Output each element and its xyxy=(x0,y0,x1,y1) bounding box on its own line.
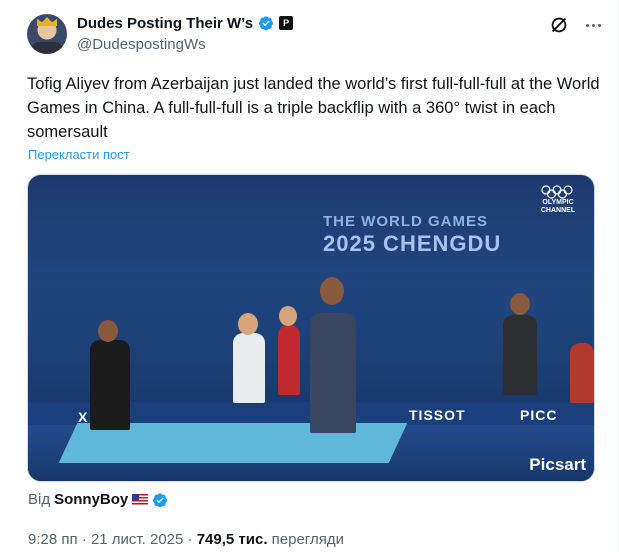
verified-badge-icon[interactable] xyxy=(258,15,274,31)
author-handle[interactable]: @DudespostingWs xyxy=(77,36,206,53)
tweet-time[interactable]: 9:28 пп xyxy=(28,531,78,548)
spectator-edge xyxy=(570,343,594,403)
grok-icon[interactable] xyxy=(548,14,570,36)
source-prefix: Від xyxy=(28,491,51,508)
spectator-right xyxy=(503,315,537,395)
spectator-left xyxy=(90,340,130,430)
gymnast-red xyxy=(278,325,300,395)
sponsor-tissot: TISSOT xyxy=(409,407,466,423)
author-avatar[interactable] xyxy=(27,14,67,54)
event-title: THE WORLD GAMES xyxy=(323,213,488,230)
crown-icon xyxy=(37,17,57,26)
source-name[interactable]: SonnyBoy xyxy=(54,491,128,508)
affiliation-badge-icon[interactable]: P xyxy=(279,16,294,30)
views-count: 749,5 тис. xyxy=(196,531,268,548)
author-display-name[interactable]: Dudes Posting Their W’s xyxy=(77,15,253,32)
verified-badge-icon[interactable] xyxy=(152,492,168,508)
tweet-text: Tofig Aliyev from Azerbaijan just landed… xyxy=(27,75,600,141)
olympic-rings-icon xyxy=(541,185,573,199)
author-name-row: Dudes Posting Their W’s P xyxy=(77,13,294,33)
event-subtitle: 2025 CHENGDU xyxy=(323,231,502,256)
picsart-watermark: Picsart xyxy=(529,455,586,474)
meta-separator: · xyxy=(81,531,87,548)
translate-post-link[interactable]: Перекласти пост xyxy=(28,147,130,162)
affiliation-badge-label: P xyxy=(283,18,290,28)
coach-white xyxy=(233,333,265,403)
views-label: перегляди xyxy=(271,531,344,548)
more-options-icon[interactable] xyxy=(582,14,604,36)
tweet-meta: 9:28 пп · 21 лист. 2025 · 749,5 тис. пер… xyxy=(28,531,344,548)
olympic-channel-logo: OLYMPIC CHANNEL xyxy=(540,199,576,214)
gymnast-aliyev xyxy=(310,313,356,433)
meta-separator: · xyxy=(187,531,193,548)
tweet-video[interactable]: OLYMPIC CHANNEL THE WORLD GAMES 2025 CHE… xyxy=(27,174,595,482)
tweet-date[interactable]: 21 лист. 2025 xyxy=(91,531,183,548)
sponsor-picc: PICC xyxy=(520,407,558,423)
source-attribution: Від SonnyBoy xyxy=(28,491,168,508)
avatar-shirt xyxy=(31,42,63,54)
us-flag-icon xyxy=(132,494,149,505)
